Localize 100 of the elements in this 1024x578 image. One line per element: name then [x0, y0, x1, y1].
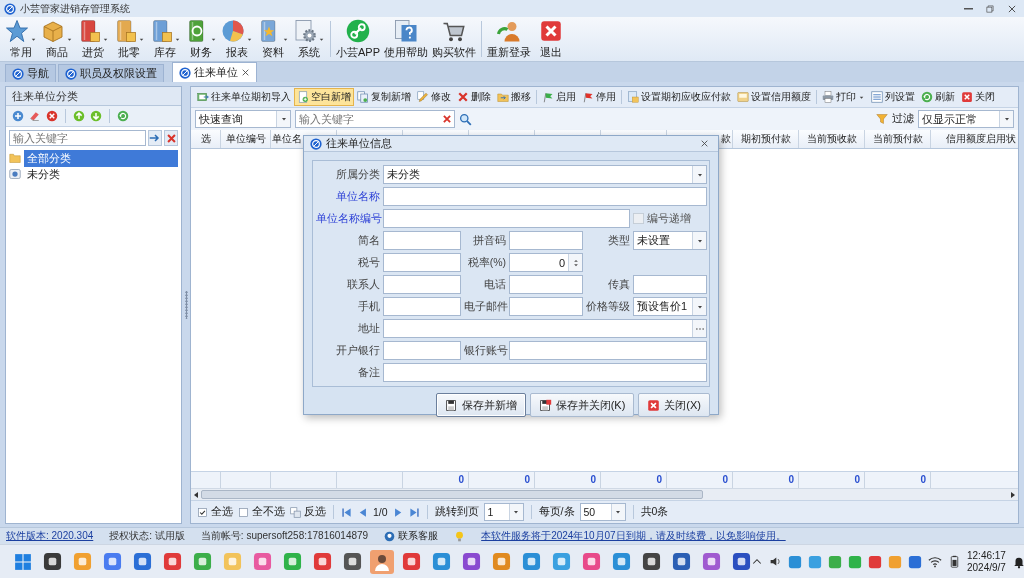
text-field[interactable] [383, 253, 461, 272]
tray-app-icon[interactable] [888, 554, 902, 569]
column-header[interactable]: 单位编号 [221, 130, 271, 148]
text-field[interactable] [383, 231, 461, 250]
dialog-button[interactable]: 保存并关闭(K) [529, 393, 635, 417]
support-button[interactable]: 联系客服 [384, 529, 439, 543]
browse-field[interactable] [383, 319, 707, 338]
app-icon[interactable] [672, 552, 691, 571]
search-icon[interactable] [459, 112, 472, 126]
ribbon-button[interactable]: 小芸APP [334, 17, 382, 61]
ribbon-button[interactable]: 报表 [219, 17, 255, 61]
toolbar-button[interactable]: 启用 [539, 88, 579, 106]
text-field[interactable] [383, 363, 707, 382]
app-icon[interactable] [343, 552, 362, 571]
toolbar-button[interactable]: 删除 [454, 88, 494, 106]
text-field[interactable] [509, 341, 707, 360]
query-mode-dropdown[interactable]: 快速查询 [195, 110, 291, 128]
battery-icon[interactable] [948, 555, 961, 568]
tab[interactable]: 导航 [5, 64, 56, 82]
wifi-icon[interactable] [928, 554, 942, 569]
text-field[interactable] [383, 341, 461, 360]
column-header[interactable]: 当前预付款 [865, 130, 931, 148]
tray-app-icon[interactable] [868, 554, 882, 569]
ribbon-button[interactable]: 系统 [291, 17, 327, 61]
tray-app-icon[interactable] [908, 554, 922, 569]
dialog-button[interactable]: 关闭(X) [638, 393, 710, 417]
ribbon-button[interactable]: 常用 [3, 17, 39, 61]
invert-selection-button[interactable]: 反选 [290, 505, 326, 519]
column-header[interactable]: 选 [191, 130, 221, 148]
select-none-button[interactable]: 全不选 [238, 505, 285, 519]
expiry-notice-link[interactable]: 本软件服务将于2024年10月07日到期，请及时续费，以免影响使用。 [481, 529, 786, 543]
app-icon[interactable] [43, 552, 62, 571]
app-icon[interactable] [732, 552, 751, 571]
arrow-up-icon[interactable] [73, 110, 85, 122]
filter-dropdown[interactable]: 仅显示正常 [918, 110, 1014, 128]
ribbon-button[interactable]: 重新登录 [485, 17, 533, 61]
ribbon-button[interactable]: 退出 [533, 17, 568, 61]
add-icon[interactable] [12, 110, 24, 122]
tab[interactable]: 职员及权限设置 [58, 64, 164, 82]
close-icon[interactable] [241, 68, 250, 77]
app-icon[interactable] [133, 552, 152, 571]
select-all-button[interactable]: 全选 [197, 505, 233, 519]
clock-time[interactable]: 12:46:17 [967, 549, 1006, 562]
eraser-icon[interactable] [29, 110, 41, 122]
version-link[interactable]: 软件版本: 2020.304 [6, 529, 94, 543]
speaker-icon[interactable] [769, 555, 782, 568]
ribbon-button[interactable]: 购买软件 [430, 17, 478, 61]
text-field[interactable] [383, 297, 461, 316]
app-icon[interactable] [370, 549, 394, 574]
column-header[interactable]: 信用额度启用状 [931, 130, 1024, 148]
text-field[interactable] [633, 275, 707, 294]
column-header[interactable]: 期初预付款 [733, 130, 799, 148]
toolbar-button[interactable]: 停用 [579, 88, 619, 106]
tab[interactable]: 往来单位 [172, 62, 257, 82]
first-page-icon[interactable] [341, 506, 352, 518]
app-icon[interactable] [642, 552, 661, 571]
search-field[interactable]: 输入关键字 [9, 130, 146, 146]
text-field[interactable] [509, 297, 583, 316]
toolbar-button[interactable]: 关闭 [958, 88, 998, 106]
arrow-down-icon[interactable] [90, 110, 102, 122]
page-number-dropdown[interactable]: 1 [483, 503, 524, 521]
scroll-left-icon[interactable] [194, 491, 198, 498]
clear-icon[interactable] [442, 114, 452, 124]
ribbon-button[interactable]: 使用帮助 [382, 17, 430, 61]
last-page-icon[interactable] [408, 506, 420, 518]
delete-icon[interactable] [46, 110, 58, 122]
dropdown-field[interactable]: 未分类 [383, 165, 707, 184]
clear-button[interactable] [164, 130, 178, 146]
toolbar-button[interactable]: 刷新 [918, 88, 958, 106]
search-field[interactable]: 输入关键字 [295, 110, 455, 128]
toolbar-button[interactable]: 搬移 [494, 88, 534, 106]
tree-item[interactable]: 全部分类 [24, 149, 178, 167]
ribbon-button[interactable]: 商品 [39, 17, 75, 61]
toolbar-button[interactable]: 设置期初应收应付款 [624, 88, 734, 106]
tray-app-icon[interactable] [848, 554, 862, 569]
scroll-right-icon[interactable] [1011, 491, 1015, 498]
refresh-icon[interactable] [117, 110, 129, 122]
app-icon[interactable] [462, 552, 481, 571]
toolbar-button[interactable]: 列设置 [868, 88, 918, 106]
tray-app-icon[interactable] [788, 554, 802, 569]
ribbon-button[interactable]: 进货 [75, 17, 111, 61]
go-button[interactable] [148, 130, 162, 146]
previous-page-icon[interactable] [357, 506, 368, 518]
text-field[interactable] [509, 275, 583, 294]
text-field[interactable] [383, 187, 707, 206]
toolbar-button[interactable]: 空白新增 [294, 88, 354, 106]
ribbon-button[interactable]: 财务 [183, 17, 219, 61]
toolbar-button[interactable]: 打印 [819, 88, 868, 106]
ribbon-button[interactable]: 库存 [147, 17, 183, 61]
number-field[interactable]: 0 [509, 253, 583, 272]
clock-date[interactable]: 2024/9/7 [967, 561, 1006, 574]
ribbon-button[interactable]: 批零 [111, 17, 147, 61]
dropdown-field[interactable]: 预设售价1 [633, 297, 707, 316]
toolbar-button[interactable]: 复制新增 [354, 88, 414, 106]
toolbar-button[interactable]: 设置信用额度 [734, 88, 814, 106]
tray-app-icon[interactable] [808, 554, 822, 569]
horizontal-scrollbar[interactable] [191, 488, 1018, 500]
text-field[interactable] [383, 209, 630, 228]
dropdown-field[interactable]: 未设置 [633, 231, 707, 250]
toolbar-button[interactable]: 往来单位期初导入 [194, 88, 294, 106]
